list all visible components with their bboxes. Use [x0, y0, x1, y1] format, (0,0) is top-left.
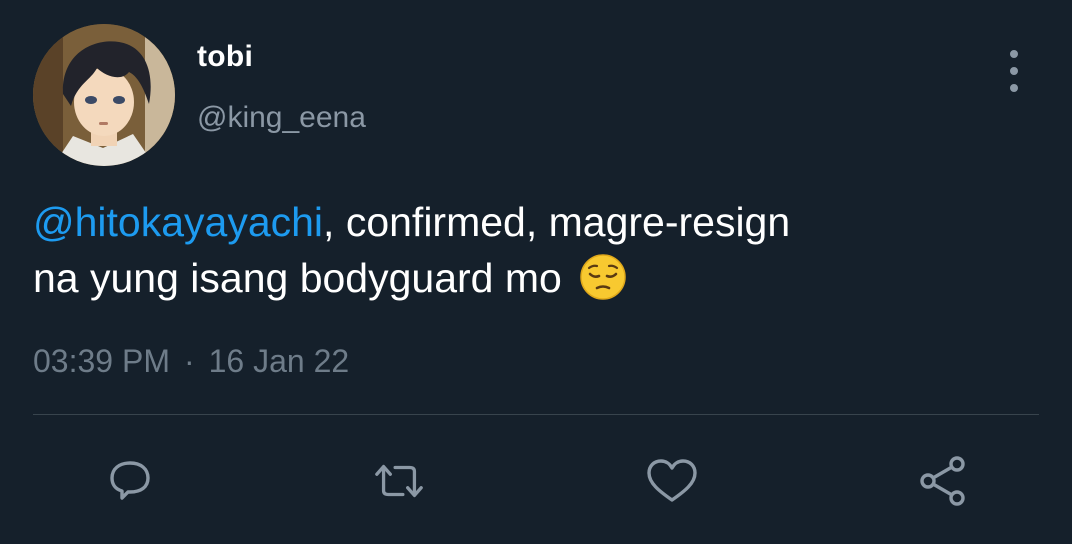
tweet-text-line1: , confirmed, magre-resign	[323, 199, 791, 245]
more-dot	[1010, 50, 1018, 58]
divider	[33, 414, 1039, 415]
tweet-text-line2: na yung isang bodyguard mo	[33, 255, 562, 301]
share-button[interactable]	[916, 454, 970, 508]
like-button[interactable]	[645, 454, 699, 508]
share-icon	[920, 456, 965, 506]
retweet-button[interactable]	[372, 454, 426, 508]
reply-button[interactable]	[103, 454, 157, 508]
author-name[interactable]: tobi	[197, 40, 253, 74]
more-dot	[1010, 84, 1018, 92]
meta-separator: ·	[183, 343, 195, 379]
mention-link[interactable]: @hitokayayachi	[33, 199, 323, 245]
reply-icon	[110, 461, 150, 500]
heart-icon	[647, 459, 697, 502]
tweet-date[interactable]: 16 Jan 22	[209, 343, 350, 379]
tweet-meta: 03:39 PM · 16 Jan 22	[33, 343, 349, 380]
retweet-icon	[375, 464, 423, 498]
tweet-text: @hitokayayachi, confirmed, magre-resign …	[33, 194, 1043, 306]
avatar[interactable]	[33, 24, 175, 166]
pensive-face-emoji	[580, 254, 626, 300]
tweet-time[interactable]: 03:39 PM	[33, 343, 170, 379]
more-options-icon[interactable]	[999, 50, 1029, 92]
more-dot	[1010, 67, 1018, 75]
author-handle[interactable]: @king_eena	[197, 101, 366, 135]
